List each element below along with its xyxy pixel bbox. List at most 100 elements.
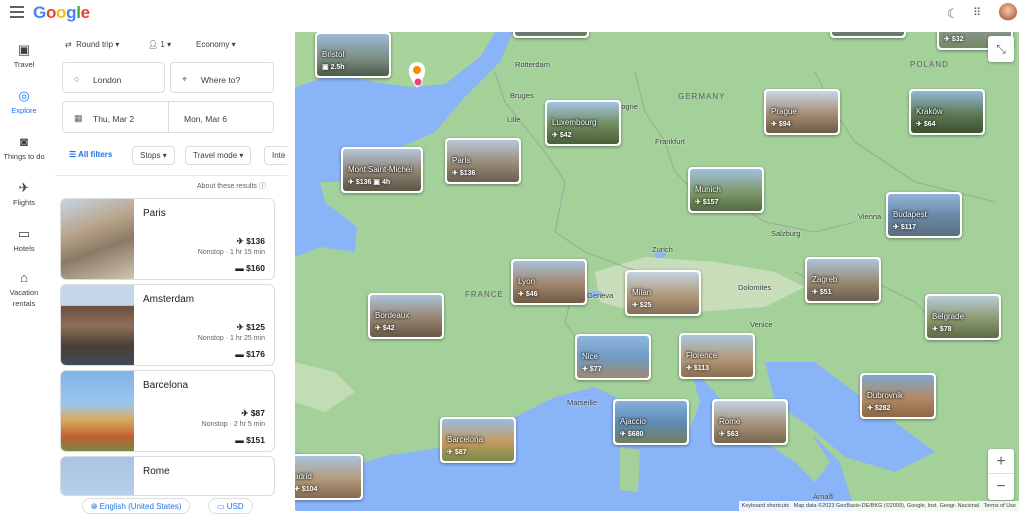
country-label: GERMANY [678, 92, 726, 101]
rail-item-explore[interactable]: ◎ Explore [0, 88, 48, 115]
camera-icon: ◙ [20, 134, 28, 149]
city-label: Salzburg [771, 229, 801, 238]
divider [55, 175, 287, 176]
bed-icon: ▬ [235, 263, 244, 273]
cabin-class-select[interactable]: Economy ▾ [196, 40, 236, 49]
depart-date[interactable]: Thu, Mar 2 [93, 114, 134, 124]
info-icon: ⓘ [258, 183, 266, 190]
map-card-budapest[interactable]: Budapest ✈ $117 [886, 192, 962, 238]
rail-item-things-to-do[interactable]: ◙ Things to do [0, 134, 48, 161]
result-card-rome[interactable]: Rome [60, 456, 275, 496]
travel-mode-filter-chip[interactable]: Travel mode ▾ [185, 146, 252, 165]
dark-mode-icon[interactable]: ☾ [947, 6, 959, 22]
plane-icon: ✈ [632, 302, 638, 309]
map-card-paris[interactable]: Paris ✈ $136 [445, 138, 521, 184]
map-card-partial[interactable] [513, 32, 589, 38]
car-icon: ▣ [322, 64, 329, 71]
main-menu-icon[interactable] [10, 6, 24, 18]
map-card-dubrovnik[interactable]: Dubrovnik ✈ $282 [860, 373, 936, 419]
nav-rail: ▣ Travel ◎ Explore ◙ Things to do ✈ Flights … [0, 30, 48, 513]
map-card-nice[interactable]: Nice ✈ $77 [575, 334, 651, 380]
passengers-select[interactable]: 👤︎ 1 ▾ [148, 40, 171, 49]
trip-type-select[interactable]: ⇄ Round trip ▾ [65, 40, 119, 49]
car-icon: ▣ [373, 179, 380, 186]
map-card-mont-saint-michel[interactable]: Mont Saint-Michel ✈ $136 ▣ 4h [341, 147, 423, 193]
currency-button[interactable]: ▭ USD [208, 498, 253, 514]
result-card-amsterdam[interactable]: Amsterdam ✈ $125 Nonstop · 1 hr 25 min ▬… [60, 284, 275, 366]
plane-icon: ✈ [867, 405, 873, 412]
bed-icon: ▭ [17, 226, 31, 241]
terms-link[interactable]: Terms of Use [984, 503, 1016, 509]
plane-icon: ✈ [771, 121, 777, 128]
map-card-bordeaux[interactable]: Bordeaux ✈ $42 [368, 293, 444, 339]
plane-icon: ✈ [236, 236, 244, 246]
keyboard-shortcuts-link[interactable]: Keyboard shortcuts [742, 503, 789, 509]
filter-sliders-icon: ☰ [69, 150, 77, 159]
result-card-barcelona[interactable]: Barcelona ✈ $87 Nonstop · 2 hr 5 min ▬ $… [60, 370, 275, 452]
language-button[interactable]: 🌐︎ English (United States) [82, 498, 191, 514]
city-label: Marseille [567, 398, 598, 407]
explore-globe-icon: ◎ [18, 88, 30, 103]
fullscreen-toggle-icon[interactable]: ⤡ [988, 36, 1014, 62]
map-card-milan[interactable]: Milan ✈ $25 [625, 270, 701, 316]
plane-icon: ✈ [236, 322, 244, 332]
map-attribution: Keyboard shortcuts Map data ©2023 GeoBas… [738, 501, 1019, 511]
country-label: POLAND [910, 60, 949, 69]
about-results-link[interactable]: About these results ⓘ [197, 181, 266, 191]
city-label: Venice [750, 320, 773, 329]
rail-item-vacation-rentals[interactable]: ⌂ Vacation rentals [0, 271, 48, 309]
avatar[interactable] [999, 3, 1017, 21]
map-card-luxembourg[interactable]: Luxembourg ✈ $42 [545, 100, 621, 146]
map-card-belgrade[interactable]: Belgrade ✈ $78 [925, 294, 1001, 340]
plane-icon: ✈ [932, 326, 938, 333]
search-panel: ⇄ Round trip ▾ 👤︎ 1 ▾ Economy ▾ ○ London… [55, 30, 287, 513]
calendar-icon: ▦ [74, 113, 83, 123]
google-logo[interactable]: Google [33, 3, 90, 23]
destination-field[interactable]: ⌖ Where to? [170, 62, 274, 93]
zoom-in-button[interactable]: + [988, 449, 1014, 474]
date-range-field[interactable]: ▦ Thu, Mar 2 Mon, Mar 6 [62, 101, 274, 133]
map-card-barcelona[interactable]: Barcelona ✈ $87 [440, 417, 516, 463]
plane-icon: ✈ [375, 325, 381, 332]
paris-photo [61, 199, 134, 279]
map-card-bristol[interactable]: Bristol ▣ 2.5h [315, 32, 391, 78]
location-pin-icon: ⌖ [182, 74, 188, 84]
plane-icon: ✈ [518, 291, 524, 298]
map-card-florence[interactable]: Florence ✈ $113 [679, 333, 755, 379]
rail-item-travel[interactable]: ▣ Travel [0, 42, 48, 69]
map-card-ajaccio[interactable]: Ajaccio ✈ $680 [613, 399, 689, 445]
map-card-rome[interactable]: Rome ✈ $63 [712, 399, 788, 445]
explore-map[interactable]: GERMANY POLAND FRANCE Rotterdam Bruges L… [295, 32, 1019, 511]
city-label: Rotterdam [515, 60, 551, 69]
result-card-paris[interactable]: Paris ✈ $136 Nonstop · 1 hr 15 min ▬ $16… [60, 198, 275, 280]
amsterdam-photo [61, 285, 134, 365]
origin-field[interactable]: ○ London [62, 62, 165, 93]
bed-icon: ▬ [235, 435, 244, 445]
bed-icon: ▬ [235, 349, 244, 359]
plane-icon: ✈ [620, 431, 626, 438]
stops-filter-chip[interactable]: Stops ▾ [132, 146, 175, 165]
return-date[interactable]: Mon, Mar 6 [184, 114, 227, 124]
all-filters-button[interactable]: ☰ All filters [62, 146, 119, 165]
map-card-munich[interactable]: Munich ✈ $157 [688, 167, 764, 213]
interests-filter-chip[interactable]: Inte [264, 146, 287, 165]
map-card-partial[interactable] [830, 32, 906, 38]
suitcase-icon: ▣ [17, 42, 31, 57]
rail-item-flights[interactable]: ✈ Flights [0, 180, 48, 207]
plane-icon: ✈ [295, 486, 300, 493]
plane-icon: ✈ [719, 431, 725, 438]
map-card-krakow[interactable]: Kraków ✈ $64 [909, 89, 985, 135]
filter-bar: ☰ All filters Stops ▾ Travel mode ▾ Inte [55, 146, 287, 168]
map-card-lyon[interactable]: Lyon ✈ $46 [511, 259, 587, 305]
zoom-out-button[interactable]: − [988, 474, 1014, 499]
city-label: Dolomites [738, 283, 772, 292]
currency-icon: ▭ [217, 502, 225, 511]
city-label: Vienna [858, 212, 882, 221]
map-card-prague[interactable]: Prague ✈ $94 [764, 89, 840, 135]
plane-icon: ✈ [686, 365, 692, 372]
rail-item-hotels[interactable]: ▭ Hotels [0, 226, 48, 253]
apps-grid-icon[interactable]: ⠿ [973, 6, 981, 19]
map-card-zagreb[interactable]: Zagreb ✈ $51 [805, 257, 881, 303]
map-card-madrid[interactable]: adrid ✈ $104 [295, 454, 363, 500]
plane-icon: ✈ [348, 179, 354, 186]
